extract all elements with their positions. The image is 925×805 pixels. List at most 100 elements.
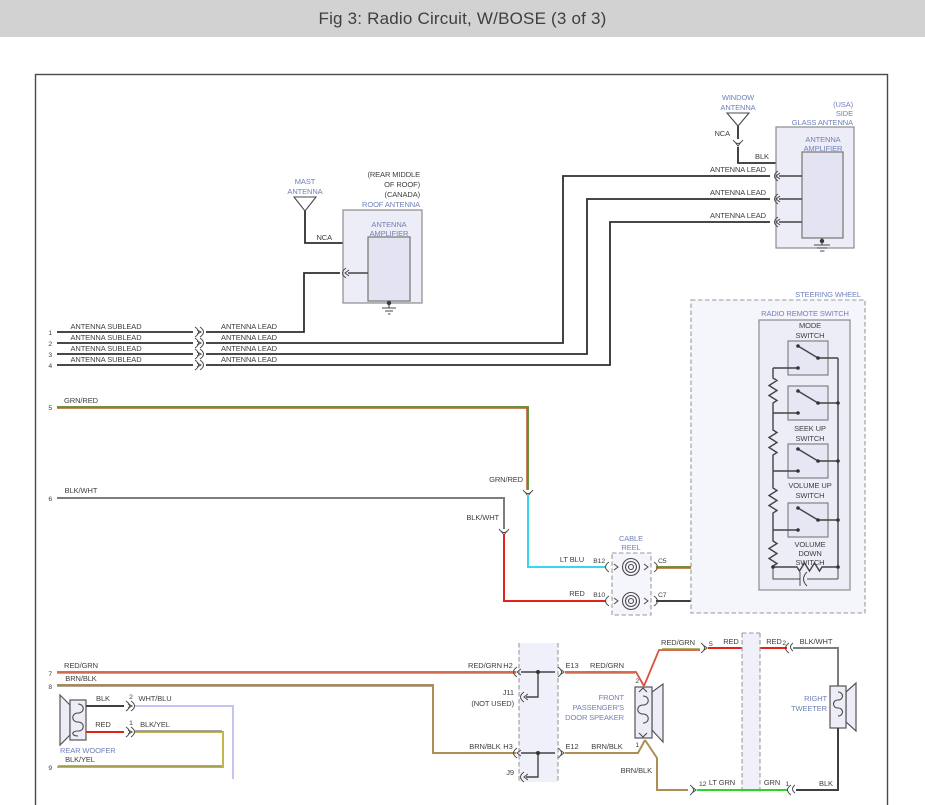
h2-wire-label: RED/GRN (468, 661, 502, 670)
wiring-diagram: MAST ANTENNA NCA (REAR MIDDLE OF ROOF) (… (0, 37, 925, 805)
row-1-lead-label: ANTENNA LEAD (221, 322, 278, 331)
mode-switch-label-2: SWITCH (796, 331, 825, 340)
steering-wheel-remote-switch-shape (816, 356, 820, 360)
speaker-name-3: DOOR SPEAKER (565, 713, 624, 722)
steering-wheel-remote-switch-shape (816, 401, 820, 405)
antenna-lead-label-3: ANTENNA LEAD (710, 211, 767, 220)
tweeter-cone-icon (846, 683, 856, 731)
volume-down-label-3: SWITCH (796, 558, 825, 567)
wht-blu-label: WHT/BLU (138, 694, 171, 703)
steering-wheel-remote-switch-shape (816, 518, 820, 522)
row-3-connector-icon (195, 349, 204, 359)
steering-wheel-remote-switch-shape (836, 565, 840, 569)
glass-side-label: SIDE (836, 109, 853, 118)
front-passenger-door-speaker: 2 1 FRONT PASSENGER'S DOOR SPEAKER (565, 678, 663, 749)
volume-down-label-2: DOWN (798, 549, 821, 558)
speaker-name-2: PASSENGER'S (573, 703, 625, 712)
woofer-pin1-connector-icon (126, 727, 135, 737)
window-blk-label: BLK (755, 152, 769, 161)
steering-wheel-remote-switch-shape (836, 459, 840, 463)
speaker-name-1: FRONT (599, 693, 625, 702)
pin-b10-label: B10 (593, 592, 605, 599)
woofer-pin1: 1 (129, 720, 133, 727)
steering-wheel-remote-switch-shape (796, 447, 800, 451)
row-4-number: 4 (48, 363, 52, 370)
woofer-blk-yel-label: BLK/YEL (140, 720, 170, 729)
seek-up-label-2: SWITCH (796, 434, 825, 443)
e13-connector-icon (558, 667, 564, 677)
tweeter-name-2: TWEETER (791, 704, 828, 713)
steering-wheel-remote-switch-shape (796, 469, 800, 473)
row-2-connector-icon (195, 338, 204, 348)
pin-b12-label: B12 (593, 558, 605, 565)
bottom-blk-label: BLK (819, 779, 833, 788)
woofer-red-label: RED (95, 720, 111, 729)
roof-antenna-name: ROOF ANTENNA (362, 200, 420, 209)
j9-label: J9 (506, 768, 514, 777)
steering-wheel-remote-switch-shape (771, 565, 775, 569)
row-5-label: GRN/RED (64, 396, 99, 405)
row-6-blk-wht-wire: 6 BLK/WHT BLK/WHT (48, 486, 606, 601)
lt-blu-label: LT BLU (560, 555, 584, 564)
mast-antenna-label: MAST (295, 177, 316, 186)
speaker-box (635, 687, 652, 738)
speaker-pin1: 1 (635, 742, 639, 749)
wht-blu-wire (135, 706, 233, 779)
mast-antenna-label-2: ANTENNA (287, 187, 322, 196)
steering-wheel-remote-switch-shape (796, 411, 800, 415)
e12-connector-icon (558, 748, 564, 758)
e13-red-grn-wire (565, 672, 644, 686)
h3-pin-label: H3 (503, 742, 512, 751)
cable-reel-box (612, 553, 651, 615)
connector-strip-1-shape (536, 670, 540, 674)
mid-grn-red-label: GRN/RED (489, 475, 524, 484)
figure-title-bar: Fig 3: Radio Circuit, W/BOSE (3 of 3) (0, 0, 925, 37)
woofer-blk-label: BLK (96, 694, 110, 703)
row-5-wire-stripe (57, 408, 527, 490)
row-6-number: 6 (48, 496, 52, 503)
row-7-label: RED/GRN (64, 661, 98, 670)
red-right-label: RED (766, 637, 782, 646)
e12-pin-label: E12 (565, 742, 578, 751)
connector-1-icon (788, 785, 796, 795)
glass-antenna-name: GLASS ANTENNA (792, 118, 853, 127)
tweeter-red-grn-label: RED/GRN (661, 638, 695, 647)
pin-5-label: 5 (709, 641, 713, 648)
glass-usa-label: (USA) (833, 100, 854, 109)
antenna-lead-label-2: ANTENNA LEAD (710, 188, 767, 197)
connector-12-icon (690, 785, 696, 795)
window-inline-connector-icon (733, 140, 743, 146)
mid-blk-wht-label: BLK/WHT (466, 513, 499, 522)
window-antenna-label: WINDOW (722, 93, 755, 102)
steering-wheel-label: STEERING WHEEL (795, 290, 861, 299)
glass-amp-inner-box (802, 152, 843, 238)
radio-remote-switch-label: RADIO REMOTE SWITCH (761, 309, 849, 318)
red-left-label: RED (723, 637, 739, 646)
row-3-lead-label: ANTENNA LEAD (221, 344, 278, 353)
steering-wheel-remote-switch-shape (816, 459, 820, 463)
figure-title: Fig 3: Radio Circuit, W/BOSE (3 of 3) (319, 9, 607, 29)
row-1-sublead-label: ANTENNA SUBLEAD (70, 322, 142, 331)
row-8-label: BRN/BLK (65, 674, 96, 683)
woofer-pin2: 2 (129, 694, 133, 701)
row-5-wire (57, 407, 528, 490)
mode-switch-label: MODE (799, 321, 821, 330)
h2-pin-label: H2 (503, 661, 512, 670)
roof-note-3: (CANADA) (385, 190, 421, 199)
blk-wht-label: BLK/WHT (800, 637, 833, 646)
connector-strip-1-shape (536, 751, 540, 755)
speaker-pin2: 2 (635, 678, 639, 685)
steering-wheel-remote-switch-shape (796, 344, 800, 348)
window-antenna-icon (727, 113, 749, 126)
cable-reel-label-2: REEL (621, 543, 640, 552)
row-2-sublead-label: ANTENNA SUBLEAD (70, 333, 142, 342)
mast-antenna-icon (294, 197, 316, 211)
roof-note-1: (REAR MIDDLE (367, 170, 420, 179)
row-4-lead-label: ANTENNA LEAD (221, 355, 278, 364)
steering-wheel-remote-switch-shape (796, 528, 800, 532)
row-4-sublead-label: ANTENNA SUBLEAD (70, 355, 142, 364)
row-1-number: 1 (48, 330, 52, 337)
row-3-sublead-label: ANTENNA SUBLEAD (70, 344, 142, 353)
window-nca-label: NCA (714, 129, 730, 138)
blk-wht-tweeter-wire (793, 648, 838, 686)
